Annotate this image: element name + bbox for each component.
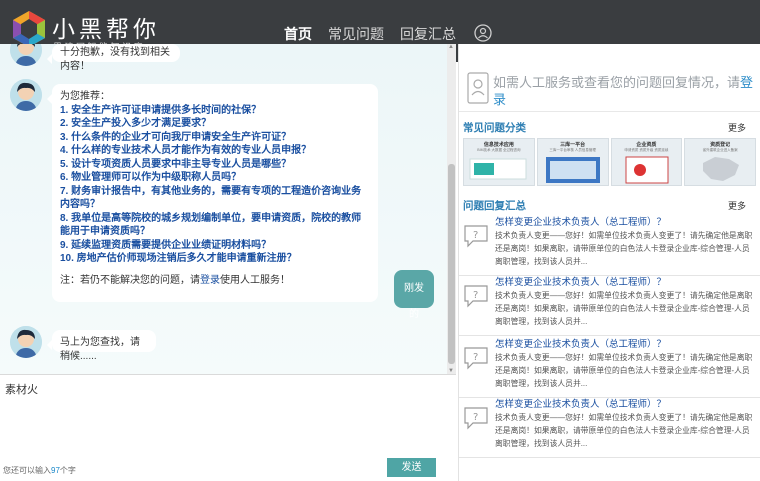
user-icon[interactable] bbox=[474, 24, 492, 42]
category-image-icon bbox=[545, 157, 600, 183]
faq-answer: 技术负责人变更——您好！如需单位技术负责人变更了！请先确定他是离职还是离岗！如果… bbox=[495, 231, 753, 266]
recommend-intro: 为您推荐： bbox=[60, 91, 110, 102]
recommendation-list: 1. 安全生产许可证申请提供多长时间的社保？ 2. 安全生产投入多少才满足要求？… bbox=[60, 104, 370, 266]
brand-title: 小黑帮你 bbox=[52, 17, 160, 43]
right-panel: 如需人工服务或查看您的问题回复情况，请登录 常见问题分类 更多 信息技术应用 B… bbox=[458, 44, 760, 481]
svg-text:?: ? bbox=[473, 290, 478, 301]
svg-text:?: ? bbox=[473, 230, 478, 241]
category-card[interactable]: 企业资质 申请资质 资质升级 资质延续 bbox=[610, 138, 683, 186]
faq-section-title: 问题回复汇总 bbox=[463, 200, 526, 212]
question-bubble-icon: ? bbox=[464, 285, 488, 308]
hexagon-logo-icon bbox=[13, 11, 45, 47]
recommendation-link[interactable]: 5. 设计专项资质人员要求中非主导专业人员是哪些？ bbox=[60, 158, 370, 172]
faq-item[interactable]: ? 怎样变更企业技术负责人（总工程师）？ 技术负责人变更——您好！如需单位技术负… bbox=[459, 272, 760, 336]
note-suffix: 使用人工服务！ bbox=[220, 274, 290, 286]
faq-item[interactable]: ? 怎样变更企业技术负责人（总工程师）？ 技术负责人变更——您好！如需单位技术负… bbox=[459, 334, 760, 398]
question-bubble-icon: ? bbox=[464, 407, 488, 430]
svg-text:?: ? bbox=[473, 352, 478, 363]
category-card[interactable]: 资质登记 省外建筑企业进入备案 bbox=[684, 138, 756, 186]
categories-title: 常见问题分类 bbox=[463, 122, 526, 134]
bot-avatar bbox=[10, 79, 42, 111]
recommendation-link[interactable]: 2. 安全生产投入多少才满足要求？ bbox=[60, 117, 370, 131]
faq-item[interactable]: ? 怎样变更企业技术负责人（总工程师）？ 技术负责人变更——您好！如需单位技术负… bbox=[459, 212, 760, 276]
bot-message-not-found: 十分抱歉，没有找到相关内容！ bbox=[47, 44, 180, 72]
category-map-icon bbox=[703, 157, 740, 181]
service-login-box: 如需人工服务或查看您的问题回复情况，请登录 bbox=[459, 52, 760, 112]
recommendation-link[interactable]: 1. 安全生产许可证申请提供多长时间的社保？ bbox=[60, 104, 370, 118]
category-image-icon bbox=[469, 158, 527, 180]
faq-question[interactable]: 怎样变更企业技术负责人（总工程师）？ bbox=[495, 336, 666, 350]
faq-answer: 技术负责人变更——您好！如需单位技术负责人变更了！请先确定他是离职还是离岗！如果… bbox=[495, 291, 753, 326]
remain-prefix: 您还可以输入 bbox=[3, 466, 51, 475]
bot-avatar-icon bbox=[10, 44, 42, 66]
category-list: 信息技术应用 BIM技术 大数据 全过程咨询 三库一平台 三库一平台审核 人员信… bbox=[463, 138, 756, 186]
scroll-thumb[interactable] bbox=[448, 164, 455, 364]
recommendation-link[interactable]: 4. 什么样的专业技术人员才能作为有效的专业人员申报？ bbox=[60, 144, 370, 158]
service-person-icon bbox=[467, 72, 489, 104]
faq-answer: 技术负责人变更——您好！如需单位技术负责人变更了！请先确定他是离职还是离岗！如果… bbox=[495, 353, 753, 388]
category-card[interactable]: 三库一平台 三库一平台审核 人员信息管理 bbox=[536, 138, 609, 186]
remain-count: 97 bbox=[51, 466, 60, 475]
faq-question[interactable]: 怎样变更企业技术负责人（总工程师）？ bbox=[495, 274, 666, 288]
recommendation-link[interactable]: 3. 什么条件的企业才可向我厅申请安全生产许可证？ bbox=[60, 131, 370, 145]
bot-avatar bbox=[10, 44, 42, 66]
bot-avatar bbox=[10, 326, 42, 358]
message-input-area: 素材火 您还可以输入97个字 发送 bbox=[0, 374, 456, 481]
chat-scrollbar[interactable]: ▲ ▼ bbox=[447, 44, 456, 374]
category-card[interactable]: 信息技术应用 BIM技术 大数据 全过程咨询 bbox=[463, 138, 535, 186]
faq-question[interactable]: 怎样变更企业技术负责人（总工程师）？ bbox=[495, 396, 666, 410]
faq-item[interactable]: ? 怎样变更企业技术负责人（总工程师）？ 技术负责人变更——您好！如需单位技术负… bbox=[459, 394, 760, 458]
svg-text:?: ? bbox=[473, 412, 478, 423]
service-text: 如需人工服务或查看您的问题回复情况，请登录 bbox=[493, 74, 755, 108]
recommendation-link[interactable]: 7. 财务审计报告中，有其他业务的，需要有专项的工程造价咨询业务内容吗？ bbox=[60, 185, 370, 212]
category-image-icon bbox=[625, 156, 668, 184]
faq-question[interactable]: 怎样变更企业技术负责人（总工程师）？ bbox=[495, 214, 666, 228]
chat-area: 十分抱歉，没有找到相关内容！ 为您推荐： 1. 安全生产许可证申请提供多长时间的… bbox=[0, 44, 447, 374]
bot-avatar-icon bbox=[10, 326, 42, 358]
note-login-link[interactable]: 登录 bbox=[200, 275, 220, 286]
char-remaining: 您还可以输入97个字 bbox=[3, 465, 76, 476]
faq-more-link[interactable]: 更多 bbox=[728, 199, 746, 212]
recommendation-link[interactable]: 8. 我单位是高等院校的城乡规划编制单位，要申请资质，院校的教师能用于申请资质吗… bbox=[60, 212, 370, 239]
user-message: 刚发的 bbox=[394, 270, 434, 320]
scroll-up-icon[interactable]: ▲ bbox=[448, 44, 454, 50]
recommendation-link[interactable]: 9. 延续监理资质需要提供企业业绩证明材料吗？ bbox=[60, 239, 370, 253]
question-bubble-icon: ? bbox=[464, 225, 488, 248]
recommendation-link[interactable]: 6. 物业管理师可以作为中级职称人员吗？ bbox=[60, 171, 370, 185]
faq-answer: 技术负责人变更——您好！如需单位技术负责人变更了！请先确定他是离职还是离岗！如果… bbox=[495, 413, 753, 448]
send-button[interactable]: 发送 bbox=[387, 458, 436, 477]
bot-message-waiting: 马上为您查找，请稍候...... bbox=[47, 330, 156, 362]
question-bubble-icon: ? bbox=[464, 347, 488, 370]
bot-avatar-icon bbox=[10, 79, 42, 111]
remain-suffix: 个字 bbox=[59, 466, 76, 475]
message-input[interactable]: 素材火 bbox=[5, 381, 38, 397]
categories-more-link[interactable]: 更多 bbox=[728, 121, 746, 134]
recommendation-link[interactable]: 10. 房地产估价师现场注销后多久才能申请重新注册？ bbox=[60, 252, 370, 266]
note-prefix: 注：若仍不能解决您的问题，请 bbox=[60, 274, 200, 286]
bot-message-recommendations: 为您推荐： 1. 安全生产许可证申请提供多长时间的社保？ 2. 安全生产投入多少… bbox=[47, 84, 378, 302]
recommend-note: 注：若仍不能解决您的问题，请登录使用人工服务！ bbox=[60, 274, 370, 288]
service-message: 如需人工服务或查看您的问题回复情况，请 bbox=[493, 75, 741, 90]
